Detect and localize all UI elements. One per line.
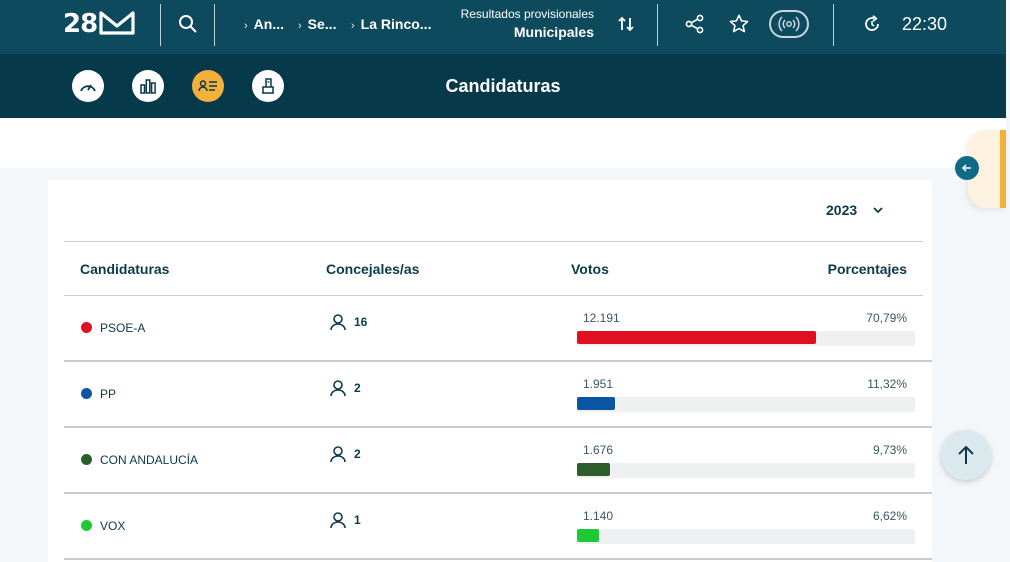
sort-toggle-icon[interactable] — [614, 12, 638, 36]
side-panel-button[interactable] — [955, 156, 979, 180]
chevron-right-icon: › — [244, 20, 248, 32]
section-bar: Candidaturas — [0, 54, 1006, 118]
column-header-votes: Votos — [571, 261, 609, 277]
vote-count: 12.191 — [583, 311, 620, 325]
results-type-label: Resultados provisionales Municipales — [461, 7, 594, 40]
divider — [657, 4, 658, 46]
vote-bar-track — [577, 331, 915, 346]
column-header-percent: Porcentajes — [827, 261, 907, 277]
logo-number: 28 — [63, 9, 98, 39]
party-color-dot — [81, 322, 92, 333]
year-selector[interactable]: 2023 — [826, 202, 857, 218]
star-icon[interactable] — [727, 12, 751, 36]
vote-percent: 11,32% — [867, 377, 907, 391]
candidates-card: 2023 Candidaturas Concejales/as Votos Po… — [48, 180, 932, 562]
search-icon[interactable] — [176, 12, 200, 36]
vote-bar-fill — [577, 331, 816, 344]
seat-count: 16 — [354, 315, 368, 329]
divider — [160, 4, 161, 46]
results-status: Resultados provisionales — [460, 7, 594, 21]
table-row: PSOE-A 16 12.191 70,79% — [48, 296, 932, 362]
share-icon[interactable] — [683, 12, 707, 36]
vote-bar-track — [577, 529, 915, 544]
chevron-right-icon: › — [351, 20, 355, 32]
arrow-up-icon — [958, 445, 974, 464]
person-icon — [330, 446, 346, 463]
scroll-to-top-button[interactable] — [941, 430, 991, 480]
live-toggle[interactable] — [769, 10, 809, 38]
vote-bar-track — [577, 463, 915, 478]
divider — [214, 4, 215, 46]
party-color-dot — [81, 454, 92, 465]
vote-bar-fill — [577, 463, 610, 476]
envelope-icon — [99, 11, 135, 35]
table-row: CON ANDALUCÍA 2 1.676 9,73% — [48, 428, 932, 494]
accent-stripe — [1000, 130, 1006, 208]
person-icon — [330, 512, 346, 529]
vote-bar-track — [577, 397, 915, 412]
chevron-down-icon[interactable] — [872, 205, 884, 215]
person-icon — [330, 380, 346, 397]
table-row: PP 2 1.951 11,32% — [48, 362, 932, 428]
party-name: PP — [100, 387, 117, 401]
top-bar: 28 › An... › Se... › La Rinco... Resultados… — [0, 0, 1006, 54]
seat-count: 2 — [354, 381, 361, 395]
vote-bar-fill — [577, 529, 599, 542]
breadcrumb-label: An... — [253, 16, 285, 32]
vote-count: 1.676 — [583, 443, 614, 457]
vote-percent: 9,73% — [872, 443, 907, 457]
party-name: PSOE-A — [100, 321, 146, 335]
column-header-party: Candidaturas — [80, 261, 170, 277]
spacer-band — [0, 118, 1006, 168]
person-icon — [330, 314, 346, 331]
party-name: VOX — [100, 519, 126, 533]
election-type: Municipales — [513, 24, 594, 40]
refresh-icon[interactable] — [860, 12, 884, 36]
breadcrumb-item-1[interactable]: › An... — [244, 16, 284, 32]
breadcrumb-label: La Rinco... — [360, 16, 432, 32]
logo[interactable]: 28 — [63, 8, 135, 40]
vote-percent: 6,62% — [872, 509, 907, 523]
party-color-dot — [81, 388, 92, 399]
section-title: Candidaturas — [445, 76, 561, 96]
seat-count: 1 — [354, 513, 361, 527]
party-color-dot — [81, 520, 92, 531]
breadcrumb-item-2[interactable]: › Se... — [298, 16, 336, 32]
update-time: 22:30 — [902, 14, 948, 34]
row-divider — [64, 558, 932, 560]
seat-count: 2 — [354, 447, 361, 461]
arrow-left-icon — [961, 164, 971, 172]
chevron-right-icon: › — [298, 20, 302, 32]
table-top-border — [64, 241, 923, 242]
vote-count: 1.140 — [583, 509, 614, 523]
vote-count: 1.951 — [583, 377, 614, 391]
breadcrumb-label: Se... — [307, 16, 337, 32]
column-header-seats: Concejales/as — [326, 261, 420, 277]
broadcast-icon — [778, 16, 800, 32]
party-name: CON ANDALUCÍA — [100, 453, 199, 467]
table-row: VOX 1 1.140 6,62% — [48, 494, 932, 560]
divider — [833, 4, 834, 46]
vote-percent: 70,79% — [866, 311, 907, 325]
vote-bar-fill — [577, 397, 615, 410]
breadcrumb-item-3[interactable]: › La Rinco... — [351, 16, 431, 32]
